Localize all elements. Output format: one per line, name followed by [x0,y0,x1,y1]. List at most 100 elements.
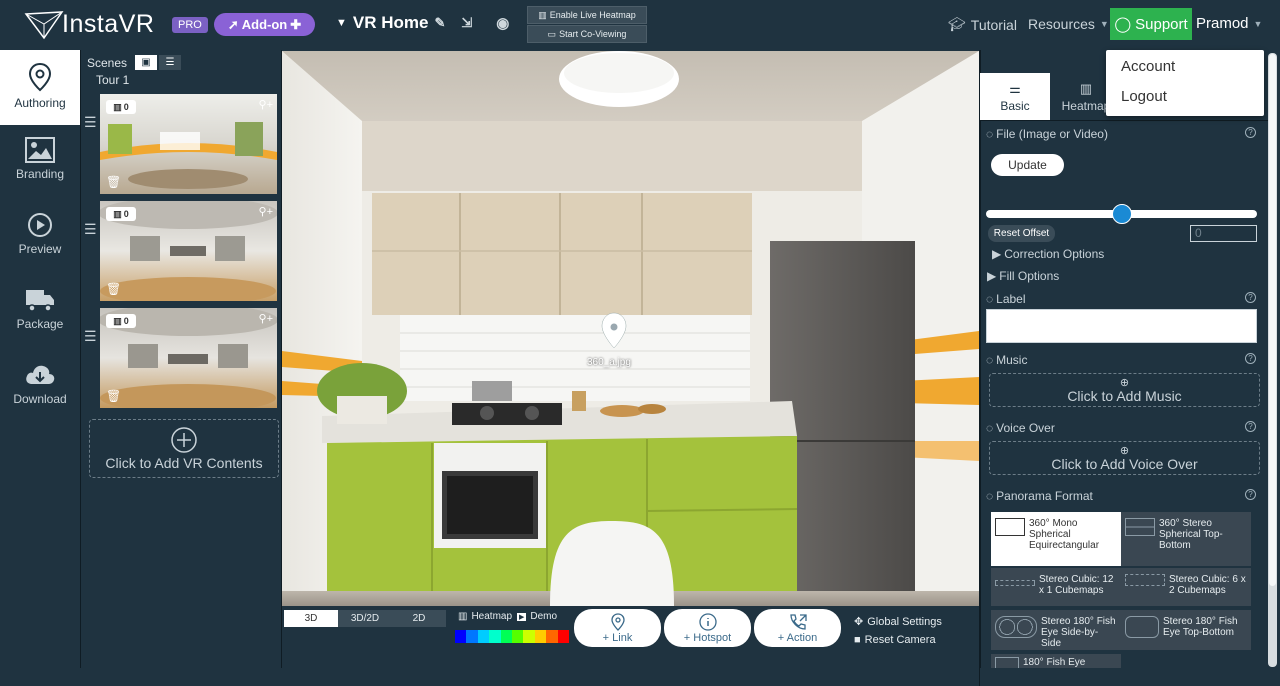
format-option-label: 180° Fish Eye [1023,657,1086,668]
check-circle-icon: ◌ [986,353,994,367]
label-input[interactable] [986,309,1257,343]
format-option-fisheye-top-bottom[interactable]: Stereo 180° Fish Eye Top-Bottom [1121,610,1251,650]
sidebar-item-label: Authoring [14,96,66,110]
file-label: File (Image or Video) [996,127,1108,141]
plus-circle-icon [171,426,197,453]
offset-value-input[interactable]: 0 [1190,225,1257,242]
help-icon[interactable]: ? [1245,292,1256,303]
support-button[interactable]: ◯ Support [1110,8,1192,40]
add-music-label: Click to Add Music [1067,387,1182,404]
sidebar-item-label: Preview [18,242,62,256]
add-action-button[interactable]: + Action [754,609,841,647]
help-icon[interactable]: ? [1245,421,1256,432]
add-voice-over-button[interactable]: ⊕ Click to Add Voice Over [989,441,1260,475]
list-view-icon[interactable]: ☰ [159,55,182,70]
reset-offset-button[interactable]: Reset Offset [988,225,1055,242]
help-icon[interactable]: ? [1245,489,1256,500]
menu-item-logout[interactable]: Logout [1121,88,1167,105]
scene-thumbnail[interactable]: ▥ 0 ⚲+ 🗑︎ [100,308,277,408]
scenes-title: Scenes [87,55,128,70]
update-file-button[interactable]: Update [991,154,1064,176]
user-name: Pramod [1196,15,1249,32]
menu-item-account[interactable]: Account [1121,58,1175,75]
help-icon[interactable]: ? [1245,353,1256,364]
project-title-dropdown[interactable]: ▼ VR Home ✎ ⇲ ◉ [336,13,509,33]
grid-view-icon[interactable]: ▣ [135,55,158,70]
demo-toggle[interactable]: ▶ Demo [517,611,557,622]
scene-thumbnail[interactable]: ▥ 0 ⚲+ 🗑︎ [100,94,277,194]
global-settings-button[interactable]: ✥ Global Settings [854,615,942,629]
enable-live-heatmap-button[interactable]: ▥ Enable Live Heatmap [527,6,647,24]
viewer-toolbar: 3D 3D/2D 2D ▥ Heatmap ▶ Demo + Link + Ho… [282,606,979,668]
drag-handle-icon[interactable]: ☰ [84,221,97,238]
mode-3d-button[interactable]: 3D [284,610,338,627]
heatmap-color-swatch [523,630,535,643]
drag-handle-icon[interactable]: ☰ [84,328,97,345]
add-pin-icon[interactable]: ⚲+ [259,312,273,325]
format-option-mono-equirectangular[interactable]: 360° Mono Spherical Equirectangular [991,512,1121,566]
panel-scrollbar-thumb[interactable] [1269,54,1276,586]
sidebar-item-authoring[interactable]: Authoring [0,50,80,125]
trash-icon[interactable]: 🗑︎ [106,175,121,189]
caret-right-icon: ▶ [987,269,997,283]
tab-basic[interactable]: ⚌ Basic [980,73,1050,120]
panorama-viewer[interactable]: 360_a.jpg [282,51,979,606]
sidebar-item-package[interactable]: Package [0,275,80,350]
user-menu-toggle[interactable]: Pramod ▼ [1196,15,1262,32]
map-pin-icon [28,62,52,92]
sidebar-item-branding[interactable]: Branding [0,125,80,200]
left-navigation: Authoring Branding Preview Package Downl… [0,50,80,686]
correction-options-label: Correction Options [1004,247,1105,261]
hotspot-label[interactable]: 360_a.jpg [587,357,631,368]
add-pin-icon[interactable]: ⚲+ [259,205,273,218]
format-option-label: Stereo 180° Fish Eye Top-Bottom [1163,616,1238,638]
format-option-stereo-top-bottom[interactable]: 360° Stereo Spherical Top-Bottom [1121,512,1251,566]
export-icon[interactable]: ⇲ [461,15,472,31]
fill-options-toggle[interactable]: ▶ Fill Options [987,269,1059,283]
broadcast-icon[interactable]: ◉ [496,14,509,32]
pencil-icon[interactable]: ✎ [434,15,445,31]
view-count-badge: ▥ 0 [106,314,136,328]
format-option-label: Stereo Cubic: 12 x 1 Cubemaps [1039,574,1114,596]
voice-over-label: Voice Over [996,421,1055,435]
plus-circle-icon: ⊕ [1119,444,1130,457]
sidebar-item-download[interactable]: Download [0,350,80,425]
bar-chart-icon: ▥ [113,101,122,112]
chat-icon: ◯ [1114,16,1132,33]
help-icon[interactable]: ? [1245,127,1256,138]
format-option-fisheye[interactable]: 180° Fish Eye [991,654,1121,668]
fisheye-side-by-side-icon [995,616,1037,638]
reset-camera-button[interactable]: ■ Reset Camera [854,634,936,646]
add-vr-contents-button[interactable]: Click to Add VR Contents [89,419,279,478]
mode-3d-2d-button[interactable]: 3D/2D [338,610,392,627]
drag-handle-icon[interactable]: ☰ [84,114,97,131]
scene-thumbnail[interactable]: ▥ 0 ⚲+ 🗑︎ [100,201,277,301]
add-music-button[interactable]: ⊕ Click to Add Music [989,373,1260,407]
format-option-stereo-cubic-12x1[interactable]: Stereo Cubic: 12 x 1 Cubemaps [991,568,1121,606]
heatmap-toggle[interactable]: ▥ Heatmap [458,611,512,622]
check-circle-icon: ◌ [986,421,994,435]
add-link-label: + Link [602,631,633,644]
add-on-button[interactable]: ➚ Add-on ✚ [214,13,315,36]
correction-options-toggle[interactable]: ▶ Correction Options [992,247,1104,261]
trash-icon[interactable]: 🗑︎ [106,389,121,403]
add-pin-icon[interactable]: ⚲+ [259,98,273,111]
format-option-stereo-cubic-6x2[interactable]: Stereo Cubic: 6 x 2 Cubemaps [1121,568,1251,606]
sidebar-item-preview[interactable]: Preview [0,200,80,275]
view-count: 0 [123,316,129,326]
heatmap-color-swatch [534,630,547,643]
add-action-label: + Action [777,631,818,644]
start-co-viewing-button[interactable]: ▭ Start Co-Viewing [527,25,647,43]
rocket-icon: ➚ [227,16,239,32]
add-hotspot-button[interactable]: + Hotspot [664,609,751,647]
format-option-fisheye-side-by-side[interactable]: Stereo 180° Fish Eye Side-by-Side [991,610,1121,650]
format-option-label: Stereo 180° Fish Eye Side-by-Side [1041,616,1116,649]
trash-icon[interactable]: 🗑︎ [106,282,121,296]
offset-slider-handle[interactable] [1111,204,1132,224]
mode-2d-button[interactable]: 2D [392,610,446,627]
resources-dropdown[interactable]: Resources ▼ [1028,16,1109,32]
tutorial-link[interactable]: 🎓︎ Tutorial [948,16,1017,33]
fill-options-label: Fill Options [999,269,1060,283]
caret-down-icon: ▼ [1099,19,1109,29]
add-link-button[interactable]: + Link [574,609,661,647]
